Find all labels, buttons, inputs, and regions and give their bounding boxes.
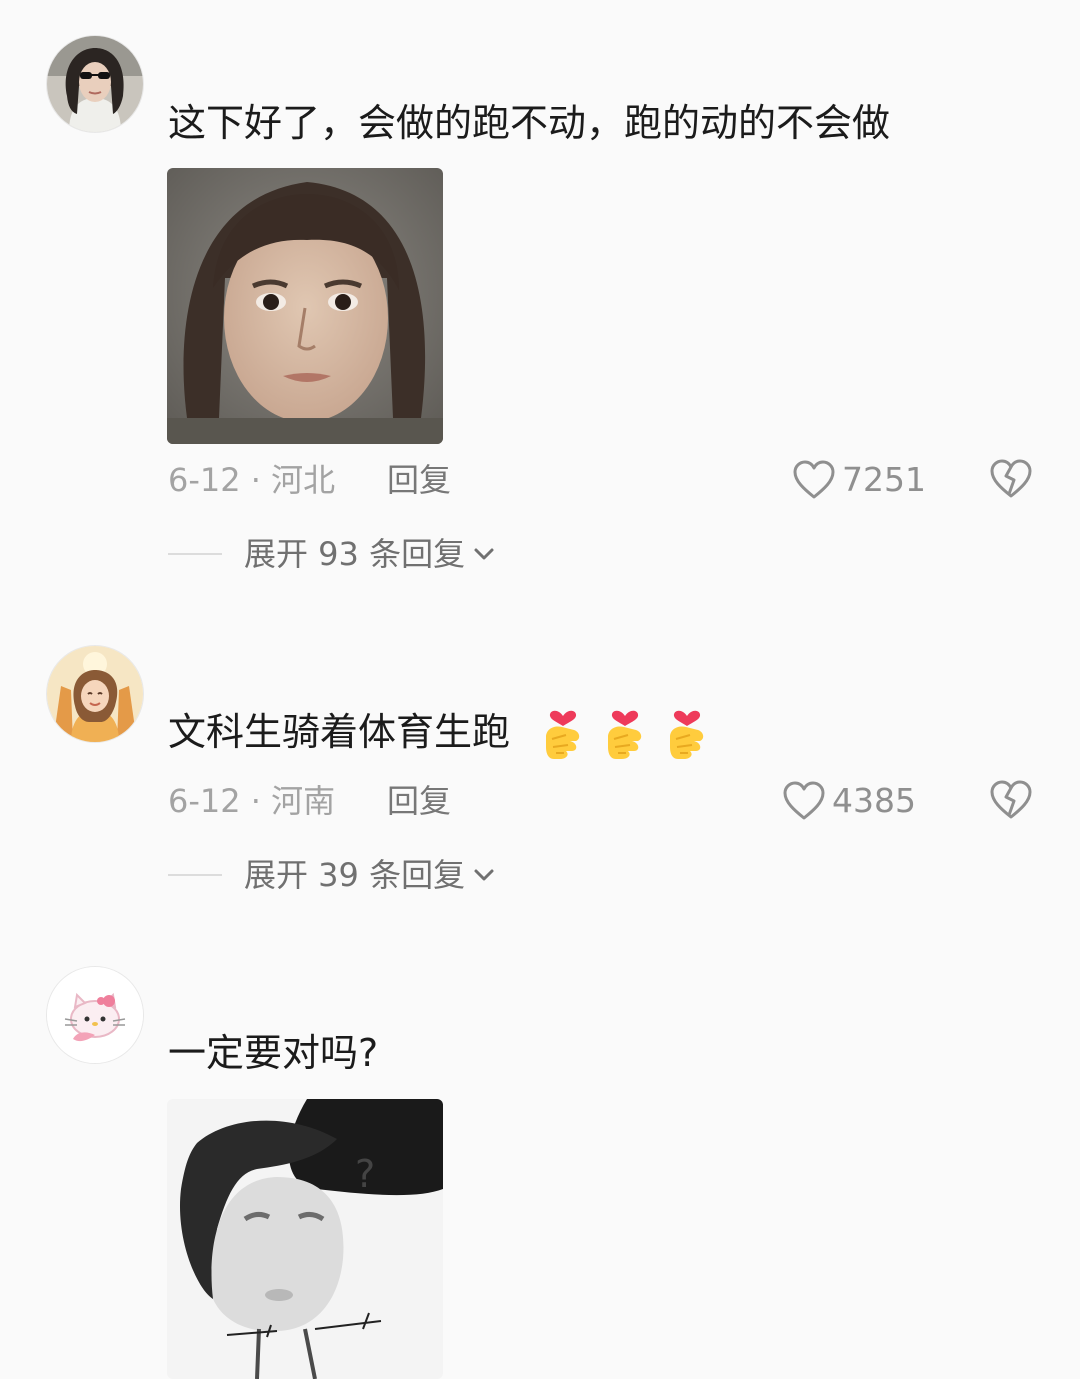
comment-text: 文科生骑着体育生跑 — [168, 710, 511, 754]
expand-replies-button[interactable]: 展开 93 条回复 — [168, 532, 495, 576]
finger-heart-emoji-icon — [546, 710, 580, 759]
reply-button[interactable]: 回复 — [387, 458, 451, 502]
avatar-woman-sunglasses-icon — [47, 36, 143, 132]
divider — [168, 553, 222, 555]
dislike-button[interactable] — [989, 779, 1033, 823]
avatar-cartoon-girl-icon — [47, 646, 143, 742]
comment-image[interactable] — [167, 168, 443, 444]
broken-heart-icon — [990, 780, 1032, 819]
avatar[interactable] — [47, 967, 143, 1063]
comment-list: 这下好了，会做的跑不动，跑的动的不会做 6-12 · 河北 回复 7251 展开… — [0, 0, 1080, 1379]
like-count: 7251 — [842, 460, 926, 499]
finger-heart-emoji-icon — [608, 710, 642, 759]
expand-replies-label: 展开 93 条回复 — [244, 535, 466, 573]
divider — [168, 874, 222, 876]
finger-heart-emoji-icon — [670, 710, 704, 759]
comment-text: 这下好了，会做的跑不动，跑的动的不会做 — [168, 101, 891, 145]
avatar-hello-kitty-icon — [47, 967, 143, 1063]
expand-replies-button[interactable]: 展开 39 条回复 — [168, 853, 495, 897]
heart-outline-icon — [793, 460, 835, 499]
heart-outline-icon — [783, 781, 825, 820]
svg-text:?: ? — [355, 1152, 375, 1196]
meme-confused-sketch-icon: ? — [167, 1099, 443, 1379]
avatar[interactable] — [47, 646, 143, 742]
dislike-button[interactable] — [989, 458, 1033, 502]
like-button[interactable]: 7251 — [792, 458, 926, 502]
like-count: 4385 — [832, 781, 916, 820]
chevron-down-icon — [474, 869, 494, 881]
broken-heart-icon — [990, 459, 1032, 498]
comment-date-location: 6-12 · 河南 — [168, 782, 336, 820]
comment-date-location: 6-12 · 河北 — [168, 461, 336, 499]
meme-woman-stare-icon — [167, 168, 443, 444]
expand-replies-label: 展开 39 条回复 — [244, 856, 466, 894]
reply-button[interactable]: 回复 — [387, 779, 451, 823]
comment-text: 一定要对吗? — [168, 1031, 379, 1075]
like-button[interactable]: 4385 — [782, 779, 916, 823]
avatar[interactable] — [47, 36, 143, 132]
chevron-down-icon — [474, 548, 494, 560]
emoji-row — [540, 703, 726, 761]
comment-image[interactable]: ? — [167, 1099, 443, 1379]
